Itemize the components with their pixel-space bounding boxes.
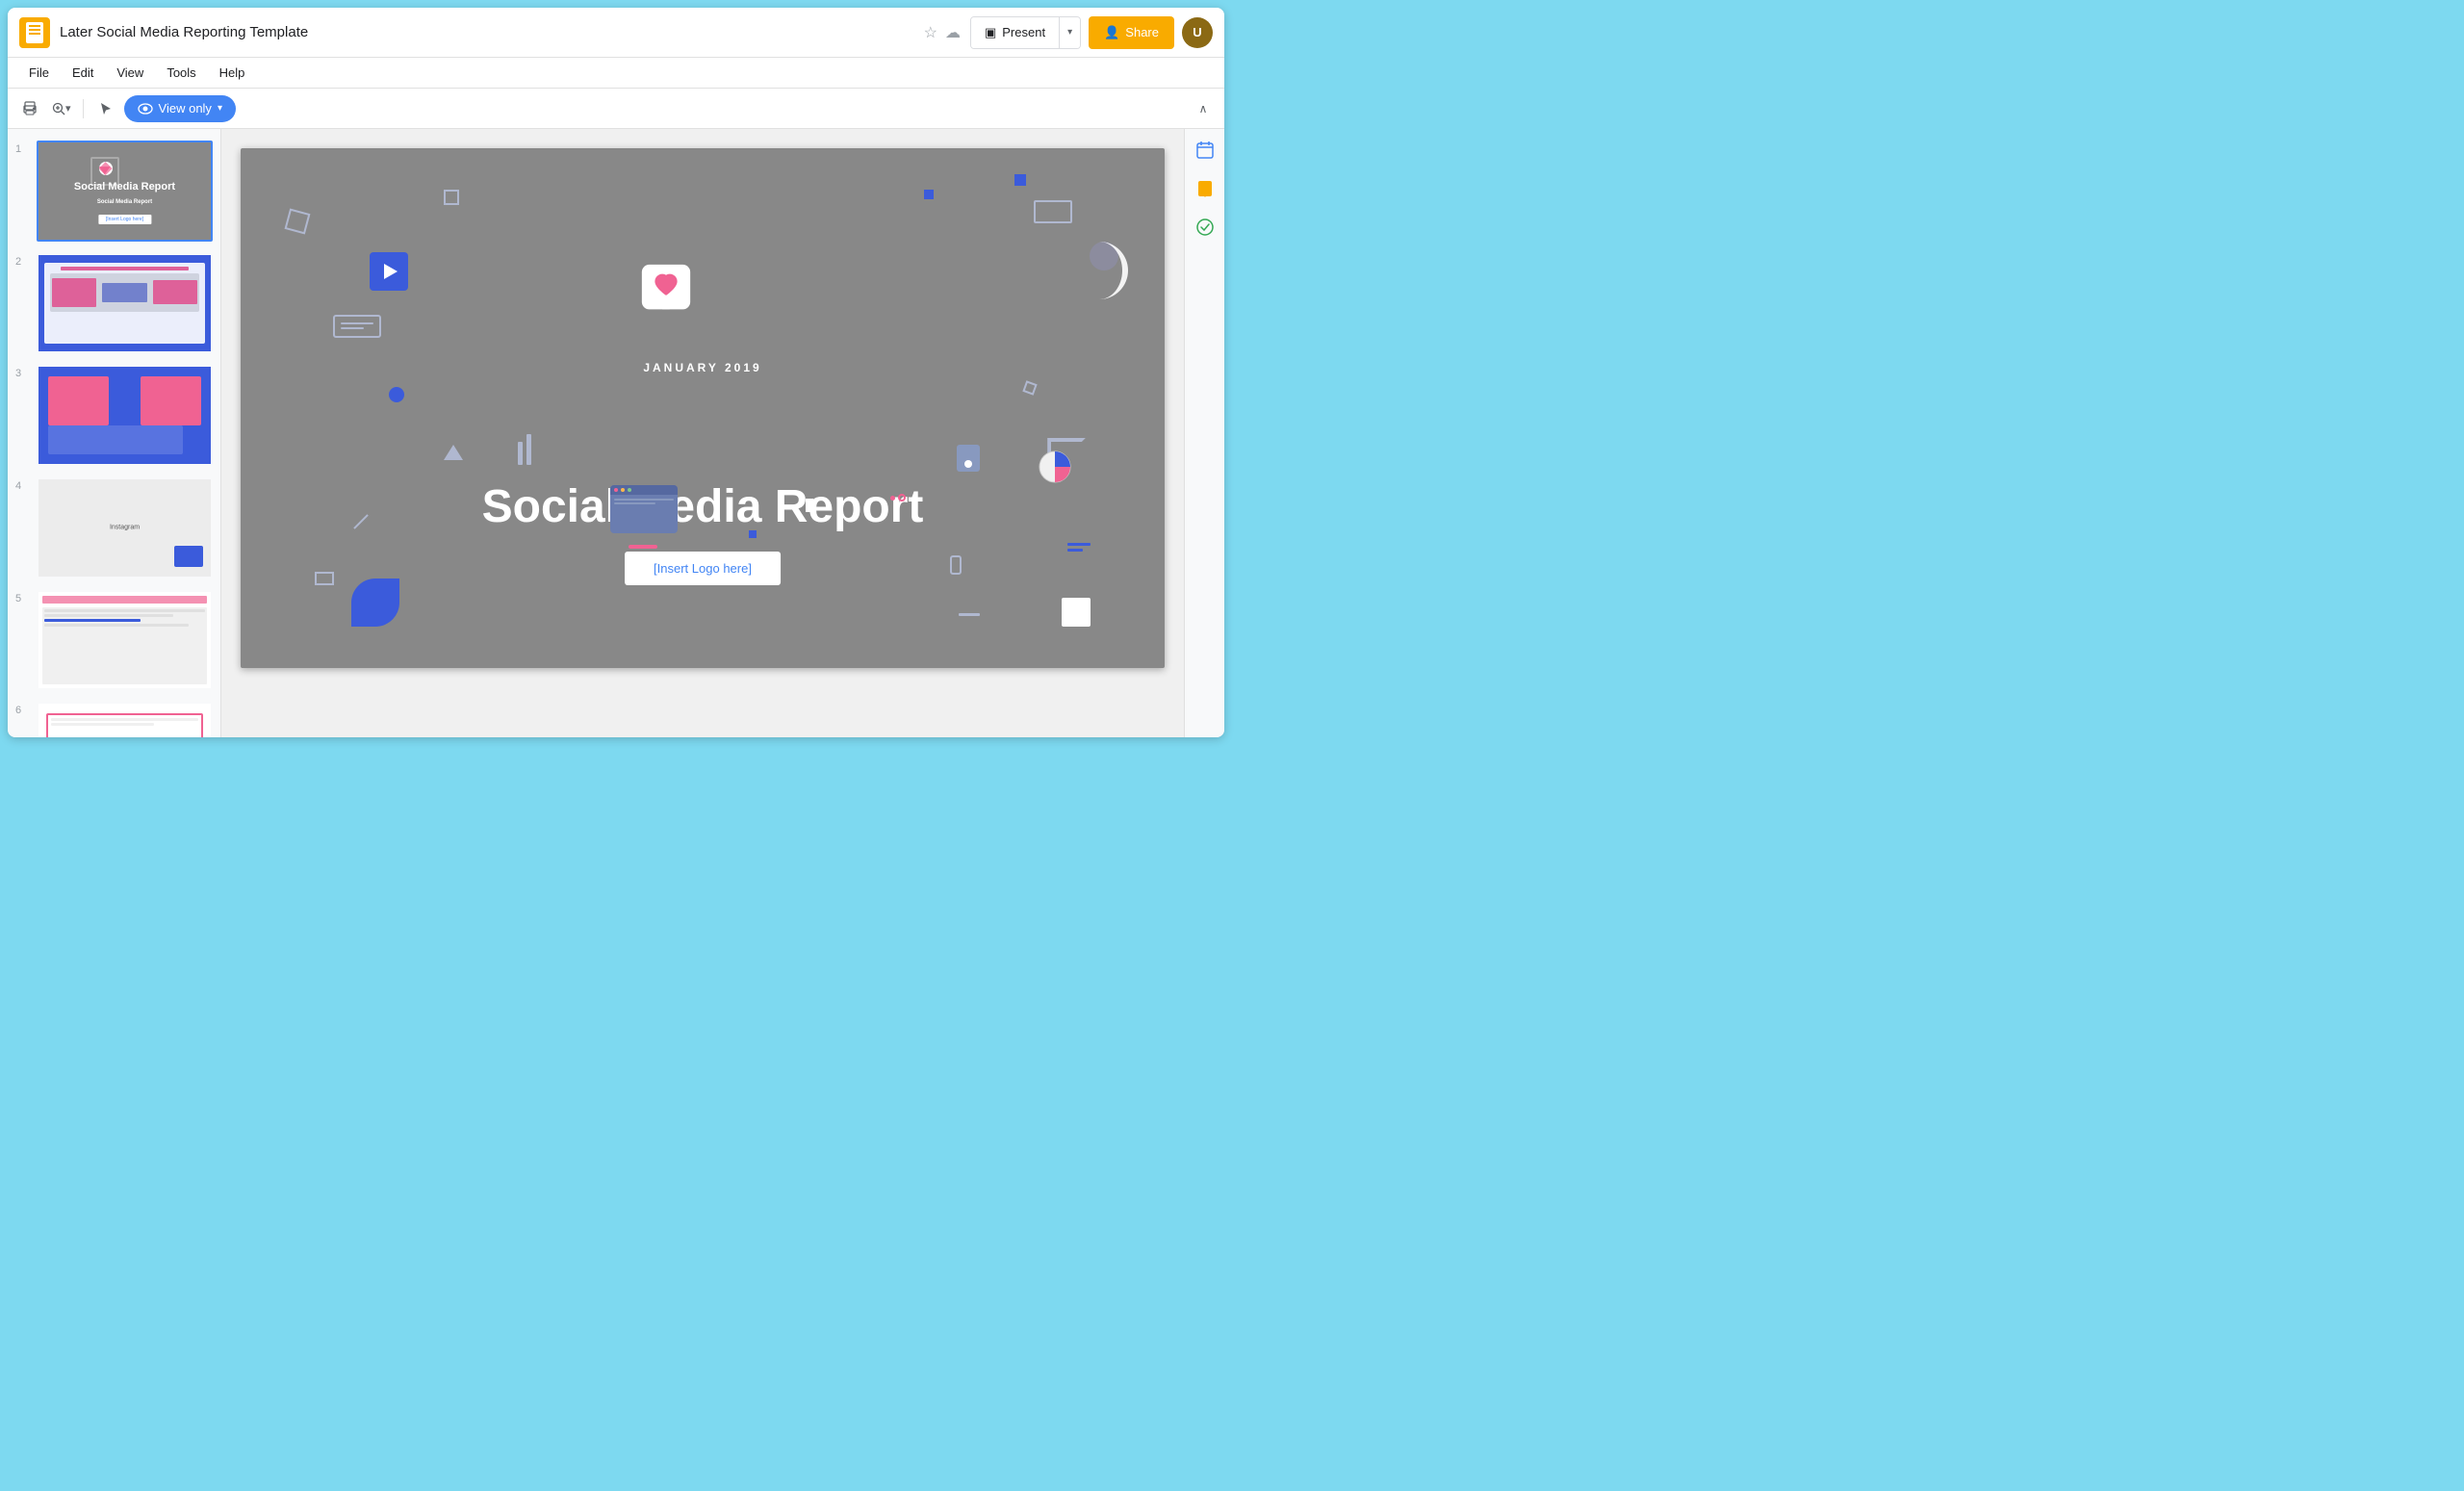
slide-thumb-4[interactable]: Instagram	[37, 477, 213, 578]
bookmark-icon[interactable]	[1192, 175, 1219, 202]
slide-number-1: 1	[15, 141, 31, 155]
slide-thumb-2[interactable]	[37, 253, 213, 354]
deco-diamond-right	[1022, 380, 1037, 395]
deco-browser	[610, 485, 678, 533]
slide-canvas[interactable]: JANUARY 2019 Social Media Report [Insert…	[241, 148, 1165, 668]
slide-number-6: 6	[15, 702, 31, 716]
deco-triangle-outline	[285, 208, 311, 234]
deco-play-button	[370, 252, 408, 291]
deco-white-rect-small	[806, 499, 813, 512]
slide-thumb-6[interactable]: Later	[37, 702, 213, 737]
menu-bar: File Edit View Tools Help	[8, 58, 1224, 89]
slide-item-3[interactable]: 3	[8, 361, 220, 470]
deco-pink-dots	[890, 494, 906, 501]
share-button[interactable]: 👤 Share	[1089, 16, 1174, 49]
slide1-thumb-text: Social Media Report	[97, 199, 152, 205]
check-circle-icon[interactable]	[1192, 214, 1219, 241]
deco-pink-line	[629, 545, 657, 549]
deco-blue-shape	[351, 578, 399, 627]
deco-blue-sq-top-right	[1014, 174, 1026, 186]
slide-main-title: Social Media Report	[482, 480, 924, 533]
deco-pie-chart	[1038, 450, 1072, 484]
slide-logo-box: [Insert Logo here]	[625, 552, 781, 585]
toolbar-separator-1	[83, 99, 84, 118]
deco-triangle-small	[444, 445, 463, 460]
calendar-icon[interactable]	[1192, 137, 1219, 164]
cloud-icon[interactable]: ☁	[945, 23, 961, 42]
title-bar: Later Social Media Reporting Template ☆ …	[8, 8, 1224, 58]
present-dropdown[interactable]: ▾	[1060, 17, 1080, 48]
user-avatar[interactable]: U	[1182, 17, 1213, 48]
slide-number-5: 5	[15, 590, 31, 604]
share-icon: 👤	[1104, 25, 1119, 40]
deco-small-blue-rect	[749, 530, 757, 538]
slide-item-6[interactable]: 6 Later	[8, 698, 220, 737]
main-content: 1 Social Media Report	[8, 129, 1224, 737]
right-sidebar	[1184, 129, 1224, 737]
deco-blue-dot	[389, 387, 404, 402]
toolbar: ▾ View only ▾ ∧	[8, 89, 1224, 129]
slide-item-5[interactable]: 5	[8, 586, 220, 695]
menu-file[interactable]: File	[19, 62, 59, 84]
slide-thumb-3[interactable]	[37, 365, 213, 466]
menu-edit[interactable]: Edit	[63, 62, 103, 84]
cursor-button[interactable]	[91, 94, 120, 123]
slide-number-4: 4	[15, 477, 31, 492]
title-right: ▣ Present ▾ 👤 Share U	[970, 16, 1213, 49]
present-button[interactable]: ▣ Present	[971, 17, 1060, 48]
menu-help[interactable]: Help	[210, 62, 255, 84]
deco-line-bottom-right	[959, 613, 980, 616]
slide-month-year: JANUARY 2019	[643, 361, 761, 374]
deco-white-rect-br	[1062, 598, 1091, 627]
slides-panel: 1 Social Media Report	[8, 129, 221, 737]
slide-item-4[interactable]: 4 Instagram	[8, 474, 220, 582]
present-button-group: ▣ Present ▾	[970, 16, 1081, 49]
deco-curve-right	[1080, 242, 1128, 299]
toolbar-collapse[interactable]: ∧	[1190, 95, 1217, 122]
slide-thumb-5[interactable]	[37, 590, 213, 691]
menu-tools[interactable]: Tools	[157, 62, 205, 84]
title-icons: ☆ ☁	[924, 23, 961, 42]
deco-blue-lines	[1067, 543, 1091, 552]
deco-pencil	[353, 514, 369, 529]
menu-view[interactable]: View	[107, 62, 153, 84]
view-only-button[interactable]: View only ▾	[124, 95, 236, 122]
deco-bars	[518, 434, 531, 465]
deco-chat-lines	[333, 315, 381, 338]
editor-area: JANUARY 2019 Social Media Report [Insert…	[221, 129, 1184, 737]
slide-item-1[interactable]: 1 Social Media Report	[8, 137, 220, 245]
app-window: Later Social Media Reporting Template ☆ …	[8, 8, 1224, 737]
slide-number-2: 2	[15, 253, 31, 268]
print-button[interactable]	[15, 94, 44, 123]
app-logo	[19, 17, 50, 48]
document-title: Later Social Media Reporting Template	[60, 24, 914, 40]
slide-number-3: 3	[15, 365, 31, 379]
star-icon[interactable]: ☆	[924, 23, 937, 42]
deco-mobile-outline	[950, 555, 962, 575]
heart-bubble-icon	[639, 263, 693, 321]
deco-lock-icon	[957, 445, 980, 472]
slide-item-2[interactable]: 2	[8, 249, 220, 358]
deco-rect-outline-1	[444, 190, 459, 205]
deco-pentagon	[315, 572, 334, 585]
slide-thumb-1[interactable]: Social Media Report [Insert Logo here] S…	[37, 141, 213, 242]
deco-rect-right-1	[1034, 200, 1072, 223]
deco-sq-right	[924, 190, 934, 199]
zoom-button[interactable]: ▾	[48, 94, 75, 123]
